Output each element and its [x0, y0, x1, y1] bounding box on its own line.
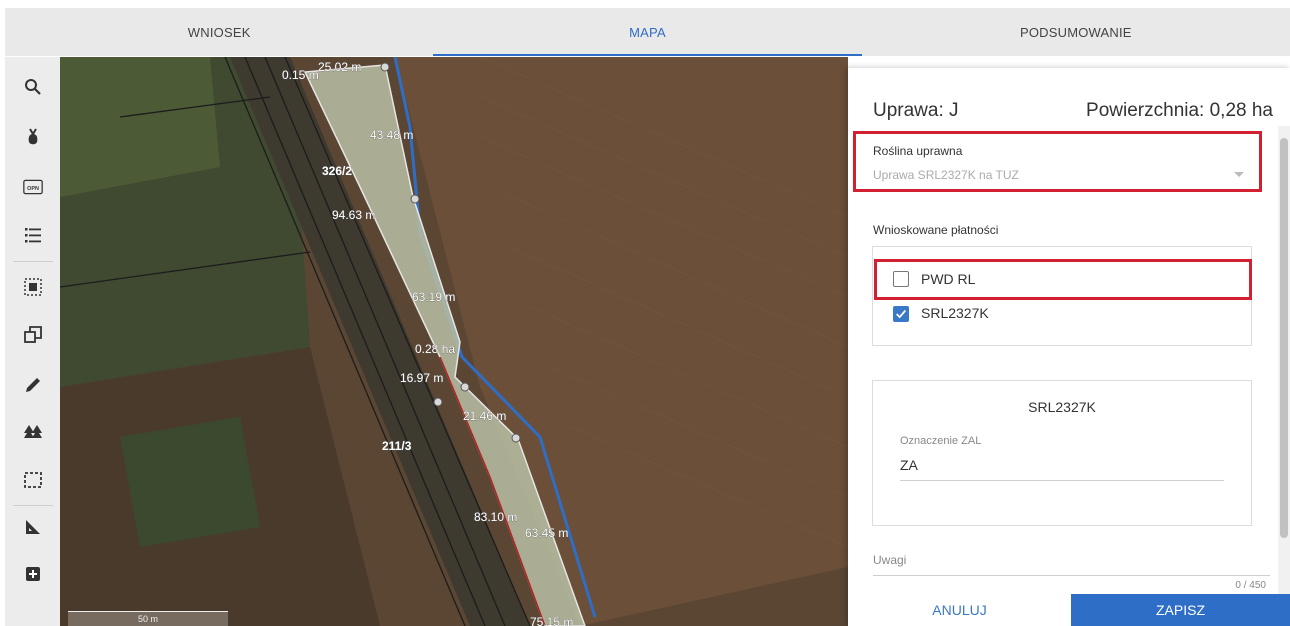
parcel-label: 326/2	[322, 164, 352, 178]
select-area-icon[interactable]	[15, 272, 51, 302]
area-summary: Powierzchnia: 0,28 ha	[1086, 100, 1273, 121]
map-toolbar: OPN	[5, 57, 60, 626]
map-label: 75.15 m	[530, 615, 573, 626]
map-label: 0.15 m	[282, 68, 319, 82]
map-label: 43.48 m	[370, 128, 413, 142]
zal-input[interactable]: ZA	[900, 457, 918, 473]
opn-icon[interactable]: OPN	[15, 172, 51, 202]
map-label: 63.45 m	[525, 526, 568, 540]
card-title: SRL2327K	[1028, 399, 1096, 415]
crop-title: Uprawa: J	[873, 100, 959, 121]
notes-counter: 0 / 450	[1235, 580, 1266, 591]
payments-label: Wnioskowane płatności	[873, 223, 999, 237]
map-label: 16.97 m	[400, 371, 443, 385]
map-label: 21.46 m	[463, 409, 506, 423]
copy-shape-icon[interactable]	[15, 320, 51, 350]
tab-mapa[interactable]: MAPA	[433, 8, 862, 56]
crop-select[interactable]: Uprawa SRL2327K na TUZ	[873, 168, 1019, 182]
tab-wniosek[interactable]: WNIOSEK	[5, 8, 433, 56]
map-label: 83.10 m	[474, 510, 517, 524]
pencil-icon[interactable]	[15, 370, 51, 400]
trees-icon[interactable]	[15, 417, 51, 447]
triangle-ruler-icon[interactable]	[15, 512, 51, 542]
list-icon[interactable]	[15, 220, 51, 250]
cancel-button[interactable]: ANULUJ	[848, 594, 1071, 626]
checkbox-srl2327k[interactable]	[893, 306, 909, 322]
notes-label: Uwagi	[873, 553, 907, 567]
panel-scrollbar[interactable]	[1278, 126, 1290, 596]
payment-label: SRL2327K	[921, 305, 989, 321]
crop-label: Roślina uprawna	[873, 144, 963, 158]
add-box-icon[interactable]	[15, 559, 51, 589]
parcel-label: 211/3	[382, 439, 412, 453]
map-canvas: 0.15 m 25.02 m 43.48 m 326/2 94.63 m 63.…	[60, 57, 848, 626]
map-label: 63.19 m	[412, 290, 455, 304]
checkbox-pwd-rl[interactable]	[893, 271, 909, 287]
zal-label: Oznaczenie ZAL	[900, 435, 982, 447]
area-label: 0.28 ha	[415, 342, 455, 356]
save-button[interactable]: ZAPISZ	[1071, 594, 1290, 626]
notes-input[interactable]	[873, 575, 1270, 576]
sprout-icon[interactable]	[15, 122, 51, 152]
tab-bar: WNIOSEK MAPA PODSUMOWANIE	[5, 8, 1290, 56]
dashed-rect-icon[interactable]	[15, 465, 51, 495]
map-label: 25.02 m	[318, 60, 361, 74]
tab-podsumowanie[interactable]: PODSUMOWANIE	[862, 8, 1290, 56]
chevron-down-icon[interactable]	[1234, 172, 1244, 177]
svg-text:OPN: OPN	[27, 186, 39, 192]
crop-highlight	[853, 131, 1262, 192]
panel-header: Uprawa: J Powierzchnia: 0,28 ha	[873, 100, 1273, 122]
crop-panel: Uprawa: J Powierzchnia: 0,28 ha Roślina …	[848, 68, 1290, 626]
zal-underline	[900, 480, 1224, 481]
map-view[interactable]: 0.15 m 25.02 m 43.48 m 326/2 94.63 m 63.…	[60, 57, 848, 626]
scale-bar: 50 m	[68, 611, 228, 626]
payment-card: SRL2327K Oznaczenie ZAL ZA	[872, 380, 1252, 526]
search-icon[interactable]	[15, 72, 51, 102]
check-icon	[896, 309, 907, 319]
map-label: 94.63 m	[332, 208, 375, 222]
payment-label: PWD RL	[921, 271, 976, 287]
